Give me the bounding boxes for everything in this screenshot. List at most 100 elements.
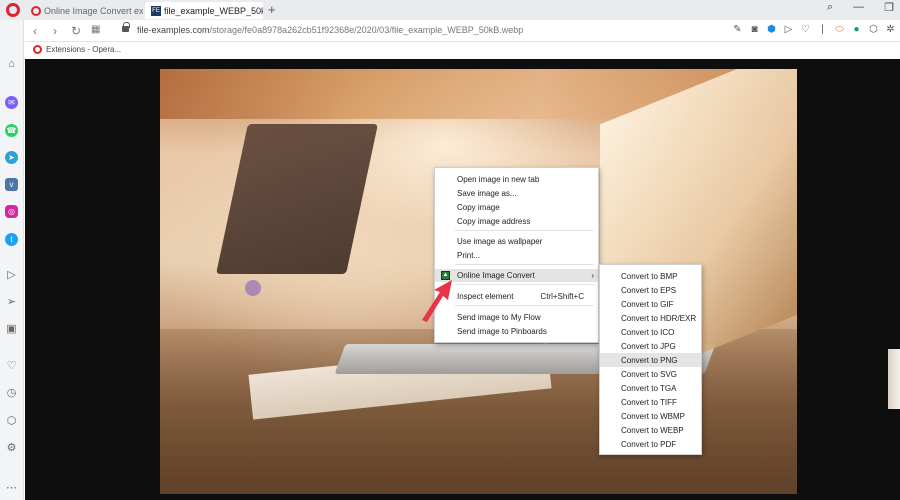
submenu-convert-hdr-exr[interactable]: Convert to HDR/EXR (600, 311, 701, 325)
menu-separator (455, 284, 594, 285)
opera-logo-icon[interactable] (6, 3, 20, 17)
tab-file-example[interactable]: FE file_example_WEBP_50kB.w ✕ (145, 2, 263, 19)
menu-label: Online Image Convert (457, 271, 535, 280)
submenu-label: Convert to PNG (621, 355, 678, 365)
submenu-convert-svg[interactable]: Convert to SVG (600, 367, 701, 381)
bookmark-label: Extensions - Opera... (46, 45, 122, 54)
bookmark-heart-icon[interactable]: ♡ (800, 24, 811, 35)
url-field[interactable]: file-examples.com/storage/fe0a8978a262cb… (137, 25, 523, 35)
submenu-label: Convert to TIFF (621, 397, 677, 407)
page-edge (888, 349, 900, 409)
forward-icon[interactable]: › (53, 24, 57, 38)
sidebar: ⌂ ✉ ☎ ➤ v ◎ t ▷ ➢ ▣ ♡ ◷ ⬡ ⚙ ⋯ (0, 20, 24, 500)
bookmark-extensions[interactable]: Extensions - Opera... (33, 45, 121, 54)
player-icon[interactable]: ▷ (5, 269, 18, 282)
address-bar: ‹ › ↻ ▦ file-examples.com/storage/fe0a89… (25, 20, 900, 42)
heart-icon[interactable]: ♡ (5, 360, 18, 373)
submenu-arrow-icon: › (591, 271, 594, 280)
submenu-convert-wbmp[interactable]: Convert to WBMP (600, 409, 701, 423)
menu-label: Use image as wallpaper (457, 237, 543, 246)
tab-grid-icon[interactable]: ▦ (91, 24, 100, 35)
camera-icon[interactable]: ◙ (749, 24, 760, 35)
menu-online-image-convert[interactable]: ▲ Online Image Convert › (435, 269, 598, 282)
submenu-label: Convert to PDF (621, 439, 677, 449)
home-icon[interactable]: ⌂ (5, 58, 18, 71)
restore-icon[interactable]: ❐ (884, 1, 894, 14)
telegram-icon[interactable]: ➤ (5, 151, 18, 164)
submenu-label: Convert to WEBP (621, 425, 684, 435)
menu-label: Send image to Pinboards (457, 327, 547, 336)
submenu-label: Convert to ICO (621, 327, 675, 337)
settings-icon[interactable]: ⚙ (5, 442, 18, 455)
url-path: /storage/fe0a8978a262cb51f92368e/2020/03… (209, 25, 524, 35)
extension-green-icon[interactable]: ● (851, 24, 862, 35)
menu-label: Print... (457, 251, 481, 260)
menu-shortcut: Ctrl+Shift+C (540, 292, 584, 301)
menu-separator (455, 264, 594, 265)
whatsapp-icon[interactable]: ☎ (5, 124, 18, 137)
edit-icon[interactable]: ✎ (732, 24, 743, 35)
extensions-icon[interactable]: ⬡ (5, 415, 18, 428)
messenger-icon[interactable]: ✉ (5, 96, 18, 109)
submenu-convert-webp[interactable]: Convert to WEBP (600, 423, 701, 437)
vk-icon[interactable]: v (5, 178, 18, 191)
reload-icon[interactable]: ↻ (71, 24, 81, 38)
opera-bookmark-icon (33, 45, 42, 54)
menu-send-to-pinboards[interactable]: Send image to Pinboards (435, 325, 598, 338)
back-icon[interactable]: ‹ (33, 24, 37, 38)
submenu-label: Convert to TGA (621, 383, 677, 393)
menu-label: Save image as... (457, 189, 517, 198)
new-tab-button[interactable]: + (268, 2, 276, 17)
submenu-convert-tga[interactable]: Convert to TGA (600, 381, 701, 395)
send-icon[interactable]: ▷ (783, 24, 794, 35)
file-favicon-icon: FE (151, 5, 161, 16)
submenu-label: Convert to HDR/EXR (621, 313, 697, 323)
tab-label: file_example_WEBP_50kB.w (164, 5, 263, 16)
menu-label: Inspect element (457, 292, 514, 301)
submenu-convert-jpg[interactable]: Convert to JPG (600, 339, 701, 353)
menu-separator (455, 230, 594, 231)
history-icon[interactable]: ◷ (5, 387, 18, 400)
submenu-label: Convert to JPG (621, 341, 676, 351)
menu-send-to-my-flow[interactable]: Send image to My Flow (435, 311, 598, 324)
menu-copy-image[interactable]: Copy image (435, 201, 598, 214)
more-icon[interactable]: ⋯ (5, 482, 18, 495)
submenu-label: Convert to SVG (621, 369, 678, 379)
menu-save-image-as[interactable]: Save image as... (435, 187, 598, 200)
tab-online-image-convert[interactable]: Online Image Convert exte ✕ (25, 2, 143, 19)
submenu-convert-pdf[interactable]: Convert to PDF (600, 437, 701, 451)
instagram-icon[interactable]: ◎ (5, 205, 18, 218)
twitter-icon[interactable]: t (5, 233, 18, 246)
submenu-convert-eps[interactable]: Convert to EPS (600, 283, 701, 297)
search-tabs-icon[interactable]: ⌕ (827, 1, 833, 14)
vpn-shield-icon[interactable]: ⬢ (766, 24, 777, 35)
menu-print[interactable]: Print... (435, 249, 598, 262)
menu-label: Copy image (457, 203, 500, 212)
bookmarks-bar: Extensions - Opera... (25, 42, 900, 59)
extension-puzzle-icon[interactable]: ✲ (885, 24, 896, 35)
tab-label: Online Image Convert exte (44, 5, 143, 16)
minimize-icon[interactable]: — (853, 1, 864, 14)
menu-open-image-new-tab[interactable]: Open image in new tab (435, 173, 598, 186)
submenu-convert-tiff[interactable]: Convert to TIFF (600, 395, 701, 409)
click-indicator (245, 280, 261, 296)
flow-icon[interactable]: ➢ (5, 296, 18, 309)
tab-strip: Online Image Convert exte ✕ FE file_exam… (0, 0, 900, 20)
submenu-convert-bmp[interactable]: Convert to BMP (600, 269, 701, 283)
lock-icon[interactable] (122, 22, 130, 32)
submenu-label: Convert to GIF (621, 299, 674, 309)
submenu-convert-gif[interactable]: Convert to GIF (600, 297, 701, 311)
submenu-convert-ico[interactable]: Convert to ICO (600, 325, 701, 339)
menu-label: Copy image address (457, 217, 531, 226)
menu-use-as-wallpaper[interactable]: Use image as wallpaper (435, 235, 598, 248)
submenu-label: Convert to WBMP (621, 411, 686, 421)
extension-box-icon[interactable]: ⬡ (868, 24, 879, 35)
menu-inspect-element[interactable]: Inspect element Ctrl+Shift+C (435, 290, 598, 303)
extension-orange-icon[interactable]: ⬭ (834, 24, 845, 35)
menu-copy-image-address[interactable]: Copy image address (435, 215, 598, 228)
submenu-convert-png[interactable]: Convert to PNG (600, 353, 701, 367)
photo-back-laptop (216, 124, 378, 274)
wallet-icon[interactable]: ▣ (5, 323, 18, 336)
window-controls: ⌕ — ❐ (827, 1, 900, 14)
submenu-label: Convert to BMP (621, 271, 678, 281)
